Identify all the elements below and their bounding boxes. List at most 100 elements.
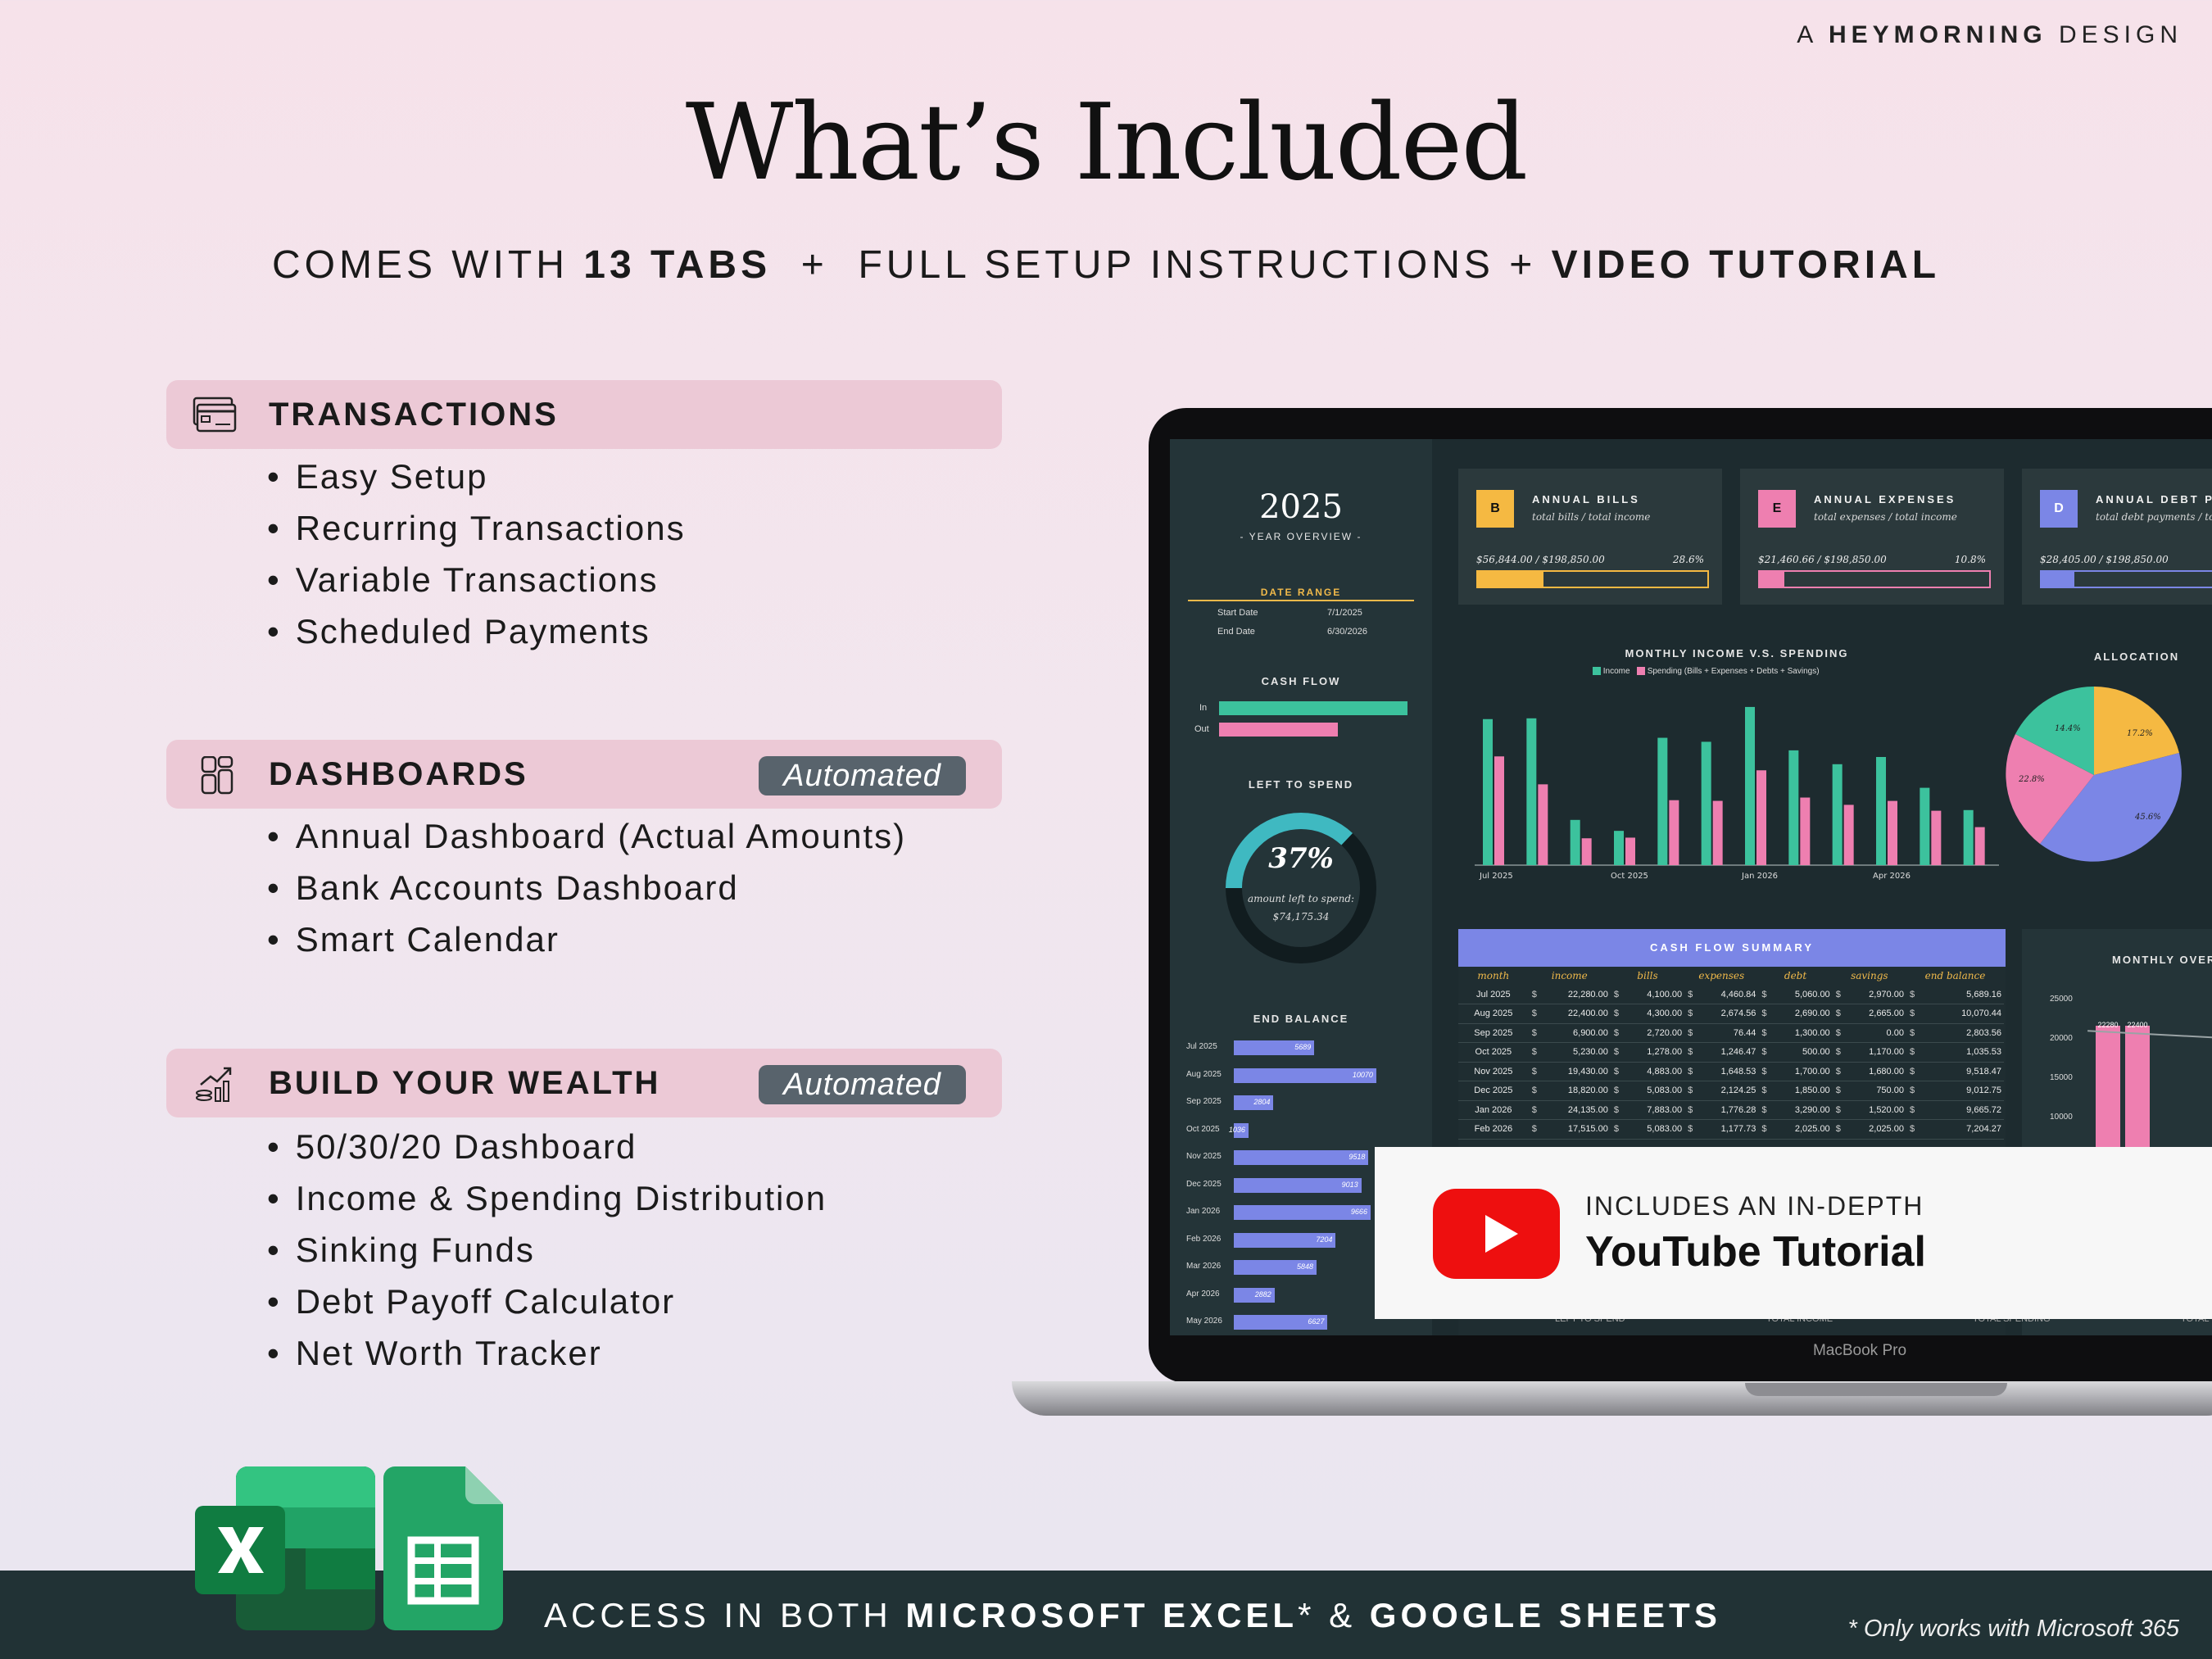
currency-symbol: $ <box>1688 1009 1693 1019</box>
bar-spending <box>1712 800 1723 865</box>
section-label: DASHBOARDS <box>269 756 528 792</box>
kpi-subtitle: total debt payments / tota <box>2096 511 2212 523</box>
bar-spending <box>1669 800 1679 865</box>
bar-spending <box>1974 827 1985 865</box>
table-cell: Oct 2025 <box>1458 1042 1529 1063</box>
column-header: savings <box>1851 970 1888 981</box>
google-sheets-icon <box>383 1466 503 1630</box>
kpi-progress <box>1758 570 1991 588</box>
bar-income <box>1657 737 1668 865</box>
end-balance-month: Feb 2026 <box>1186 1234 1222 1244</box>
feature-list-dashboards: Annual Dashboard (Actual Amounts) Bank A… <box>267 810 906 965</box>
cell-value: 4,883.00 <box>1647 1066 1683 1077</box>
left-to-spend-percent: 37% <box>1268 842 1334 875</box>
cell-value: 7,204.27 <box>1966 1124 2001 1135</box>
kpi-letter: E <box>1758 490 1796 528</box>
bar-income <box>1920 787 1930 865</box>
bar-spending <box>1843 805 1854 865</box>
cell-value: 2,690.00 <box>1794 1009 1830 1019</box>
currency-symbol: $ <box>1613 989 1619 999</box>
kpi-amount: $21,460.66 / $198,850.00 <box>1758 554 1887 565</box>
laptop-notch <box>1745 1383 2007 1396</box>
table-cell: $ 7,204.27 <box>1906 1119 2004 1140</box>
table-cell: $ 10,070.44 <box>1906 1004 2004 1024</box>
brand-credit: A HEYMORNING DESIGN <box>1797 21 2183 48</box>
cell-value: 1,278.00 <box>1647 1047 1683 1058</box>
table-cell: $ 2,674.56 <box>1684 1004 1759 1024</box>
bar-income <box>1745 706 1755 865</box>
legend-swatch-spending <box>1636 667 1645 676</box>
currency-symbol: $ <box>1688 1066 1693 1077</box>
cell-value: 2,025.00 <box>1794 1124 1830 1135</box>
kpi-title: ANNUAL BILLS <box>1532 493 1640 505</box>
bar-label: 22280 <box>2097 1021 2119 1029</box>
x-tick-label: Apr 2026 <box>1873 872 1911 881</box>
youtube-title: YouTube Tutorial <box>1585 1228 1926 1276</box>
kpi-progress <box>2040 570 2212 588</box>
section-label: TRANSACTIONS <box>269 397 559 433</box>
bar-spending <box>1756 770 1766 865</box>
monthly-chart-legend: Income Spending (Bills + Expenses + Debt… <box>1593 667 1820 676</box>
y-tick: 10000 <box>2050 1113 2073 1122</box>
currency-symbol: $ <box>1909 1066 1915 1077</box>
end-balance-value: 9013 <box>1341 1180 1358 1189</box>
table-cell: $ 4,883.00 <box>1610 1062 1685 1081</box>
table-cell: $ 2,124.25 <box>1684 1081 1759 1101</box>
cash-out-label: Out <box>1194 724 1209 734</box>
feature-list-build-your-wealth: 50/30/20 Dashboard Income & Spending Dis… <box>267 1121 827 1379</box>
table-cell: $ 22,400.00 <box>1528 1004 1611 1024</box>
section-header-dashboards: DASHBOARDS Automated <box>166 740 1002 809</box>
kpi-subtitle: total bills / total income <box>1532 511 1651 523</box>
table-cell: Aug 2025 <box>1458 1004 1529 1024</box>
cell-value: 5,083.00 <box>1647 1124 1683 1135</box>
currency-symbol: $ <box>1835 1066 1841 1077</box>
currency-symbol: $ <box>1835 1047 1841 1058</box>
currency-symbol: $ <box>1909 1124 1915 1135</box>
currency-symbol: $ <box>1531 989 1537 999</box>
currency-symbol: $ <box>1613 1086 1619 1096</box>
table-cell: $ 2,025.00 <box>1832 1119 1906 1140</box>
cell-value: 1,170.00 <box>1869 1047 1904 1058</box>
currency-symbol: $ <box>1688 1086 1693 1096</box>
end-balance-value: 5848 <box>1296 1262 1313 1271</box>
column-header: expenses <box>1698 970 1745 981</box>
kpi-letter: B <box>1476 490 1514 528</box>
currency-symbol: $ <box>1531 1047 1537 1058</box>
left-to-spend-label: LEFT TO SPEND <box>1248 778 1354 791</box>
currency-symbol: $ <box>1531 1009 1537 1019</box>
table-cell: $ 4,300.00 <box>1610 1004 1685 1024</box>
pie-label: 14.4% <box>2055 724 2081 733</box>
kpi-amount: $56,844.00 / $198,850.00 <box>1476 554 1605 565</box>
year-heading: 2025 <box>1259 488 1343 526</box>
cell-value: 5,083.00 <box>1647 1086 1683 1096</box>
table-cell: $ 4,100.00 <box>1610 985 1685 1004</box>
cell-value: 2,720.00 <box>1647 1027 1683 1038</box>
table-cell: $ 2,025.00 <box>1758 1119 1833 1140</box>
cell-value: 1,520.00 <box>1869 1104 1904 1115</box>
list-item: Sinking Funds <box>267 1224 827 1276</box>
table-cell: $ 1,170.00 <box>1832 1042 1906 1063</box>
x-tick-label: Jan 2026 <box>1741 872 1778 881</box>
table-cell: Feb 2026 <box>1458 1119 1529 1140</box>
end-balance-month: May 2026 <box>1186 1317 1222 1326</box>
bar-income <box>1526 718 1537 865</box>
kpi-card-debt: D ANNUAL DEBT PA total debt payments / t… <box>2022 469 2212 605</box>
table-cell: $ 76.44 <box>1684 1023 1759 1043</box>
allocation-title: ALLOCATION <box>2093 650 2180 663</box>
bar-spending <box>1581 838 1592 865</box>
excel-icon <box>195 1466 375 1630</box>
table-cell: $ 7,883.00 <box>1610 1100 1685 1120</box>
kpi-card-bills: B ANNUAL BILLS total bills / total incom… <box>1458 469 1722 605</box>
table-header-row: month income bills expenses debt savings… <box>1458 967 2004 985</box>
currency-symbol: $ <box>1531 1124 1537 1135</box>
cell-value: 1,300.00 <box>1794 1027 1830 1038</box>
list-item: Net Worth Tracker <box>267 1327 827 1379</box>
cell-value: 18,820.00 <box>1567 1086 1608 1096</box>
currency-symbol: $ <box>1613 1104 1619 1115</box>
y-tick: 25000 <box>2050 995 2073 1004</box>
cash-in-label: In <box>1199 703 1208 713</box>
list-item: Annual Dashboard (Actual Amounts) <box>267 810 906 862</box>
currency-symbol: $ <box>1761 989 1767 999</box>
cell-value: 4,100.00 <box>1647 989 1683 999</box>
end-balance-value: 9666 <box>1350 1208 1367 1216</box>
